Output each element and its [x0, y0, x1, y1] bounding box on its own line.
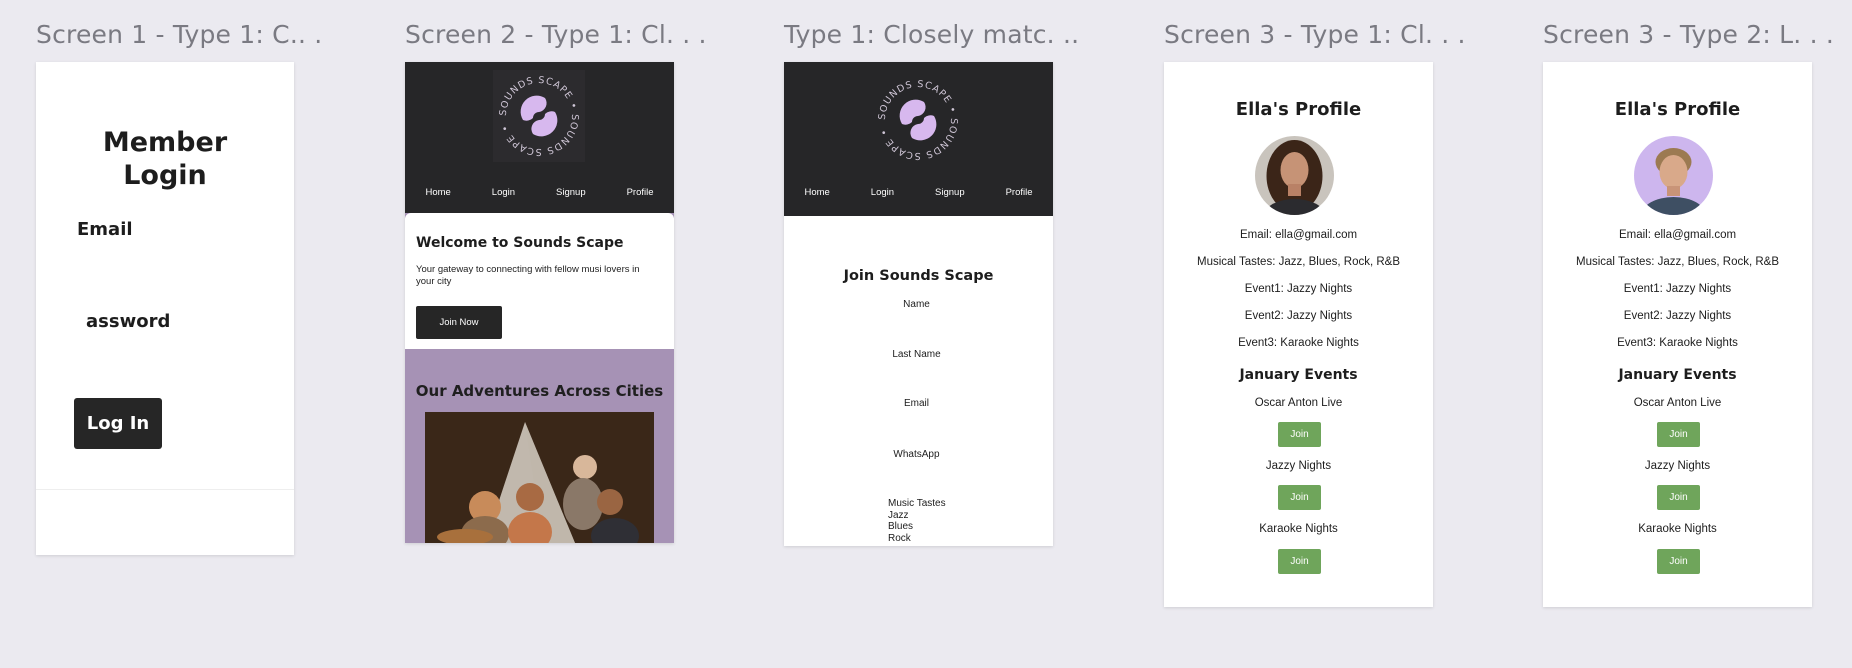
nav-login[interactable]: Login	[492, 187, 515, 198]
sounds-scape-logo: SOUNDS SCAPE • SOUNDS SCAPE •	[493, 70, 585, 162]
signup-form	[784, 216, 1053, 546]
profile-screen-1: Ella's Profile Email: ella@gmail.com Mus…	[1164, 62, 1433, 607]
signup-heading: Join Sounds Scape	[843, 268, 994, 284]
join-button[interactable]: Join	[1657, 549, 1700, 574]
svg-text:SOUNDS SCAPE • SOUNDS SCAPE •: SOUNDS SCAPE • SOUNDS SCAPE •	[877, 79, 959, 161]
adventures-photo	[425, 412, 654, 543]
signup-screen: SOUNDS SCAPE • SOUNDS SCAPE • Home Login…	[784, 62, 1053, 546]
login-button[interactable]: Log In	[74, 398, 162, 449]
divider	[36, 489, 294, 490]
email-label: Email	[903, 398, 929, 409]
welcome-heading: Welcome to Sounds Scape	[416, 235, 624, 251]
profile-title: Ella's Profile	[1614, 99, 1741, 120]
nav-bar: Home Login Signup Profile	[784, 187, 1053, 198]
join-button[interactable]: Join	[1657, 422, 1700, 447]
event-name: Oscar Anton Live	[1633, 397, 1722, 409]
frame-title-login: Screen 1 - Type 1: C.. .	[36, 20, 323, 49]
profile-email: Email: ella@gmail.com	[1239, 229, 1358, 241]
event-name: Oscar Anton Live	[1254, 397, 1343, 409]
join-button[interactable]: Join	[1657, 485, 1700, 510]
profile-event-1: Event1: Jazzy Nights	[1623, 283, 1732, 295]
profile-event-3: Event3: Karaoke Nights	[1617, 337, 1738, 349]
login-title-line2: Login	[123, 160, 207, 191]
profile-email: Email: ella@gmail.com	[1618, 229, 1737, 241]
profile-event-1: Event1: Jazzy Nights	[1244, 283, 1353, 295]
avatar	[1255, 136, 1334, 215]
event-name: Karaoke Nights	[1638, 523, 1717, 535]
event-name: Jazzy Nights	[1644, 460, 1711, 472]
nav-bar: Home Login Signup Profile	[405, 187, 674, 198]
profile-event-2: Event2: Jazzy Nights	[1244, 310, 1353, 322]
taste-option-jazz[interactable]: Jazz	[888, 510, 946, 522]
profile-event-2: Event2: Jazzy Nights	[1623, 310, 1732, 322]
welcome-card: Welcome to Sounds Scape Your gateway to …	[405, 213, 674, 349]
header: SOUNDS SCAPE • SOUNDS SCAPE • Home Login…	[405, 62, 674, 213]
email-label: Email	[77, 219, 133, 240]
nav-signup[interactable]: Signup	[556, 187, 586, 198]
frame-title-home: Screen 2 - Type 1: Cl. . .	[405, 20, 707, 49]
header: SOUNDS SCAPE • SOUNDS SCAPE • Home Login…	[784, 62, 1053, 216]
taste-option-rock[interactable]: Rock	[888, 533, 946, 545]
password-label: assword	[86, 311, 171, 332]
join-button[interactable]: Join	[1278, 549, 1321, 574]
join-now-button[interactable]: Join Now	[416, 306, 502, 339]
last-name-label: Last Name	[892, 349, 941, 360]
join-button[interactable]: Join	[1278, 485, 1321, 510]
profile-tastes: Musical Tastes: Jazz, Blues, Rock, R&B	[1575, 256, 1780, 268]
password-field[interactable]	[77, 339, 261, 371]
nav-home[interactable]: Home	[804, 187, 829, 198]
frame-title-profile-2: Screen 3 - Type 2: L. . .	[1543, 20, 1835, 49]
january-events-heading: January Events	[1239, 367, 1358, 383]
profile-screen-2: Ella's Profile Email: ella@gmail.com Mus…	[1543, 62, 1812, 607]
join-button[interactable]: Join	[1278, 422, 1321, 447]
login-title-line1: Member	[102, 127, 228, 158]
tagline: Your gateway to connecting with fellow m…	[416, 264, 640, 287]
profile-tastes: Musical Tastes: Jazz, Blues, Rock, R&B	[1196, 256, 1401, 268]
profile-title: Ella's Profile	[1235, 99, 1362, 120]
frame-title-signup: Type 1: Closely matc. ..	[784, 20, 1080, 49]
name-label: Name	[903, 299, 930, 310]
nav-login[interactable]: Login	[871, 187, 894, 198]
nav-signup[interactable]: Signup	[935, 187, 965, 198]
january-events-heading: January Events	[1618, 367, 1737, 383]
email-field[interactable]	[77, 247, 261, 279]
frame-title-profile-1: Screen 3 - Type 1: Cl. . .	[1164, 20, 1466, 49]
whatsapp-label: WhatsApp	[893, 449, 940, 460]
event-name: Jazzy Nights	[1265, 460, 1332, 472]
nav-profile[interactable]: Profile	[627, 187, 654, 198]
taste-option-blues[interactable]: Blues	[888, 521, 946, 533]
nav-home[interactable]: Home	[425, 187, 450, 198]
adventures-title: Our Adventures Across Cities	[415, 382, 664, 400]
music-tastes-label: Music Tastes	[888, 498, 946, 509]
login-screen: Member Login Email assword Log In	[36, 62, 294, 555]
music-tastes: Music Tastes Jazz Blues Rock	[888, 498, 946, 544]
sounds-scape-logo: SOUNDS SCAPE • SOUNDS SCAPE •	[877, 79, 959, 161]
nav-profile[interactable]: Profile	[1006, 187, 1033, 198]
home-screen: SOUNDS SCAPE • SOUNDS SCAPE • Home Login…	[405, 62, 674, 543]
avatar	[1634, 136, 1713, 215]
profile-event-3: Event3: Karaoke Nights	[1238, 337, 1359, 349]
event-name: Karaoke Nights	[1259, 523, 1338, 535]
login-title: Member Login	[36, 126, 294, 192]
